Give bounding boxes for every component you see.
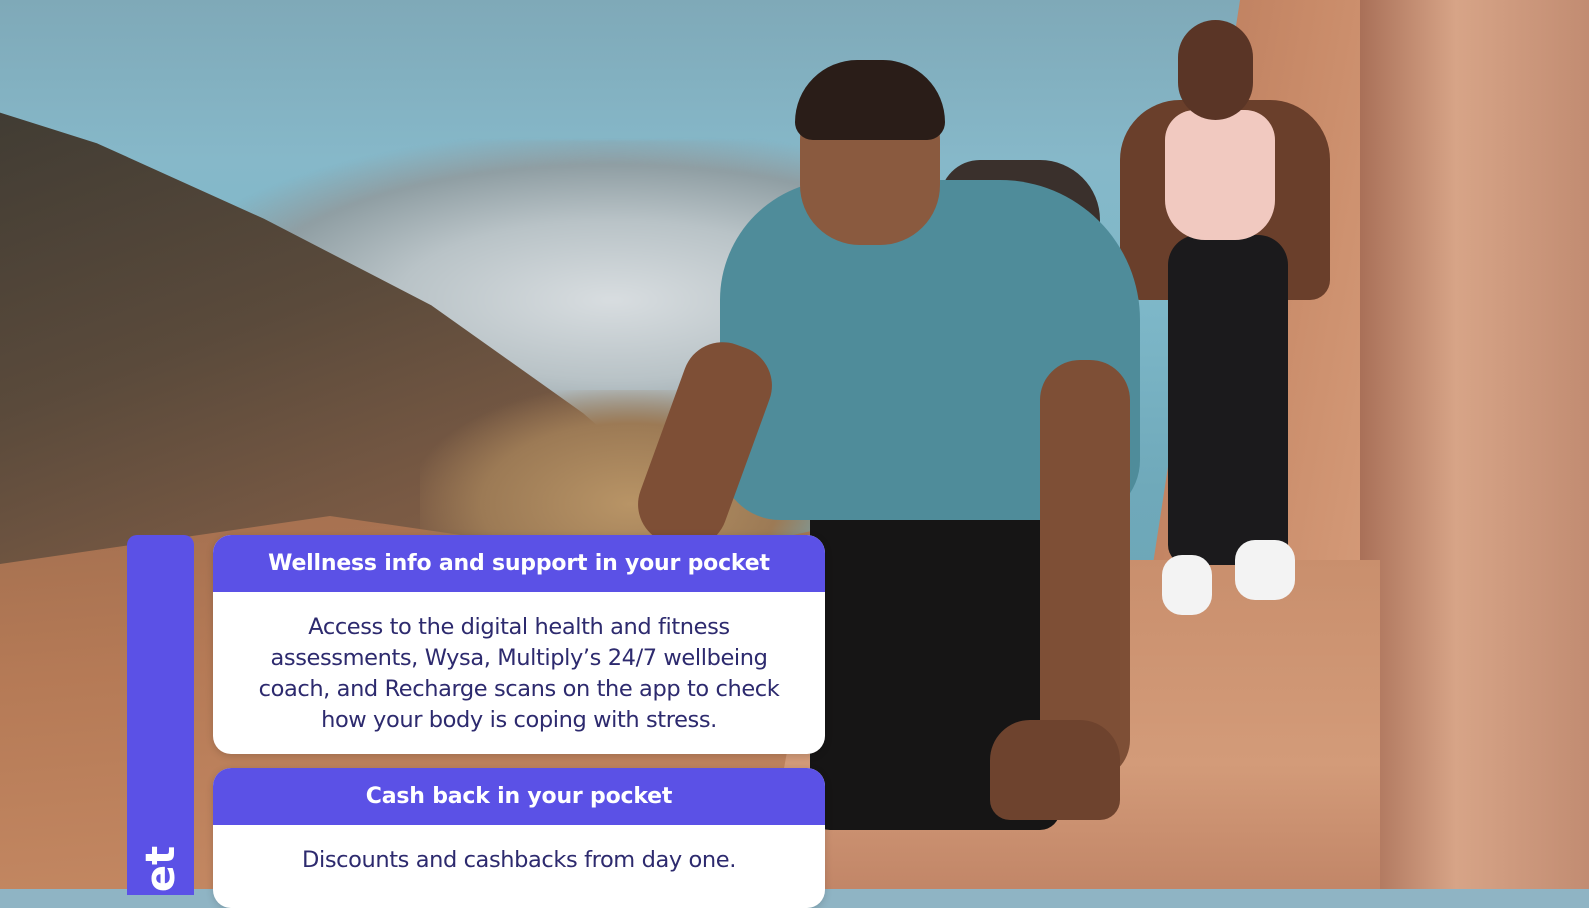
cashback-card: Cash back in your pocket Discounts and c… <box>213 768 825 908</box>
hiker-woman-head <box>1178 20 1253 120</box>
wellness-card-title: Wellness info and support in your pocket <box>213 535 825 592</box>
hiker-woman-leggings <box>1168 235 1288 565</box>
side-tab-label-wrap: et <box>138 549 184 893</box>
side-tab-label: et <box>138 845 184 893</box>
hiker-woman-shoe <box>1162 555 1212 615</box>
hiker-man-arm <box>1040 360 1130 780</box>
wellness-card: Wellness info and support in your pocket… <box>213 535 825 754</box>
hiker-man-hand <box>990 720 1120 820</box>
side-tab: et <box>127 535 194 895</box>
cashback-card-body: Discounts and cashbacks from day one. <box>302 847 736 873</box>
cashback-card-title: Cash back in your pocket <box>213 768 825 825</box>
rock-face <box>1360 0 1589 889</box>
hiker-woman-top <box>1165 110 1275 240</box>
hiker-woman-shoe <box>1235 540 1295 600</box>
background-photo <box>0 0 1589 889</box>
wellness-card-body: Access to the digital health and fitness… <box>258 614 780 733</box>
